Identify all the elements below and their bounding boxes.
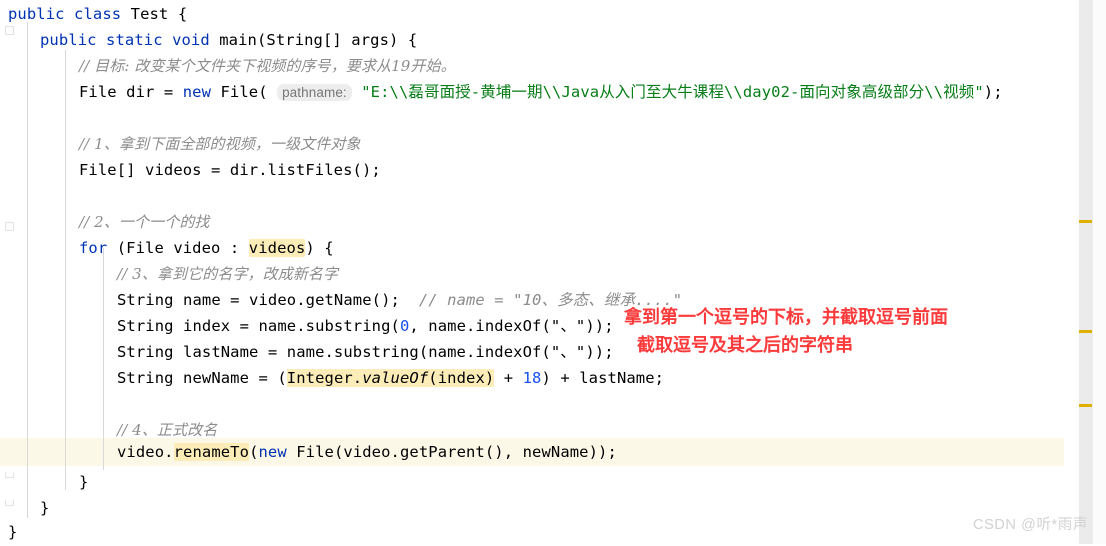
code-line-18-close-class[interactable]: } (8, 518, 17, 546)
code-line-16-close-for[interactable]: } (79, 468, 88, 496)
annotation-lastname-substring: 截取逗号及其之后的字符串 (637, 335, 853, 356)
watermark: CSDN @听*雨声 (973, 517, 1088, 533)
number-zero: 0 (399, 317, 410, 335)
keyword-public: public (40, 31, 97, 49)
video-receiver: video. (117, 443, 174, 461)
code-line-10[interactable]: String name = video.getName(); // name =… (117, 286, 682, 314)
parameter-hint-pathname: pathname: (277, 84, 352, 101)
code-line-13[interactable]: String newName = (Integer.valueOf(index)… (117, 364, 664, 392)
code-content[interactable]: public class Test { public static void m… (0, 0, 1064, 544)
code-line-8-for[interactable]: for (File video : videos) { (79, 234, 334, 262)
scrollbar-track[interactable] (1092, 0, 1106, 544)
stripe-mark-3[interactable] (1079, 404, 1092, 407)
valueof-method-ref: valueOf (362, 369, 429, 387)
indent-guide-class-level (27, 22, 28, 518)
string-index-decl: String index = name.substring( (117, 317, 400, 335)
code-line-12[interactable]: String lastName = name.substring(name.in… (117, 338, 614, 366)
code-line-15-renameto[interactable]: video.renameTo(new File(video.getParent(… (117, 438, 617, 466)
stripe-mark-2[interactable] (1079, 330, 1092, 333)
keyword-void: void (172, 31, 210, 49)
renameto-open-paren: ( (249, 443, 259, 461)
valueof-args: (index) (428, 369, 495, 387)
code-line-3-comment: // 目标: 改变某个文件夹下视频的序号，要求从19开始。 (79, 57, 456, 75)
code-line-5-comment: // 1、拿到下面全部的视频，一级文件对象 (79, 135, 361, 153)
scrollbar-thumb[interactable] (1079, 0, 1092, 544)
number-eighteen: 18 (522, 369, 542, 387)
highlighted-identifier-renameto[interactable]: renameTo (173, 443, 250, 461)
code-line-11[interactable]: String index = name.substring(0, name.in… (117, 312, 614, 340)
code-editor[interactable]: public class Test { public static void m… (0, 0, 1106, 544)
indent-guide-method-level (65, 50, 66, 490)
string-newname-decl: String newName = ( (117, 369, 287, 387)
keyword-new: new (258, 443, 287, 461)
string-name-decl: String name = video.getName(); (117, 291, 400, 309)
file-dir-decl: File dir = (79, 83, 183, 101)
code-line-6[interactable]: File[] videos = dir.listFiles(); (79, 156, 381, 184)
file-ctor-close: ); (983, 83, 1003, 101)
method-name-main: main (219, 31, 257, 49)
code-line-7-comment: // 2、一个一个的找 (79, 213, 210, 231)
highlighted-identifier-videos[interactable]: videos (248, 239, 306, 257)
code-line-2[interactable]: public static void main(String[] args) { (40, 26, 417, 54)
for-header: (File video : (107, 239, 249, 257)
keyword-class: class (74, 5, 122, 23)
keyword-for: for (79, 239, 108, 257)
code-line-1[interactable]: public class Test { (8, 0, 187, 28)
path-string-literal: "E:\\磊哥面授-黄埔一期\\Java从入门至大牛课程\\day02-面向对象… (361, 83, 984, 101)
keyword-new: new (182, 83, 212, 101)
code-line-4[interactable]: File dir = new File( pathname: "E:\\磊哥面授… (79, 78, 1003, 106)
main-signature: (String[] args) { (256, 31, 418, 49)
keyword-public: public (8, 5, 65, 23)
keyword-static: static (106, 31, 163, 49)
class-name-Test: Test (130, 5, 169, 23)
indent-guide-loop-level (103, 248, 104, 470)
for-header-close: ) { (305, 239, 334, 257)
annotation-index-substring: 拿到第一个逗号的下标，并截取逗号前面 (624, 307, 948, 328)
open-brace: { (177, 5, 188, 23)
code-line-17-close-method[interactable]: } (40, 494, 49, 522)
substring-args: , name.indexOf("、")); (409, 317, 614, 335)
integer-type-ref: Integer. (286, 369, 363, 387)
newname-suffix: ) + lastName; (541, 369, 665, 387)
code-line-9-comment: // 3、拿到它的名字，改成新名字 (117, 265, 339, 283)
renameto-args: File(video.getParent(), newName)); (286, 443, 617, 461)
highlighted-expression-integer-valueof[interactable]: Integer.valueOf(index) (286, 369, 495, 387)
file-ctor-open: File( (211, 83, 278, 101)
plus-operator: + (494, 369, 523, 387)
stripe-mark-1[interactable] (1079, 220, 1092, 223)
